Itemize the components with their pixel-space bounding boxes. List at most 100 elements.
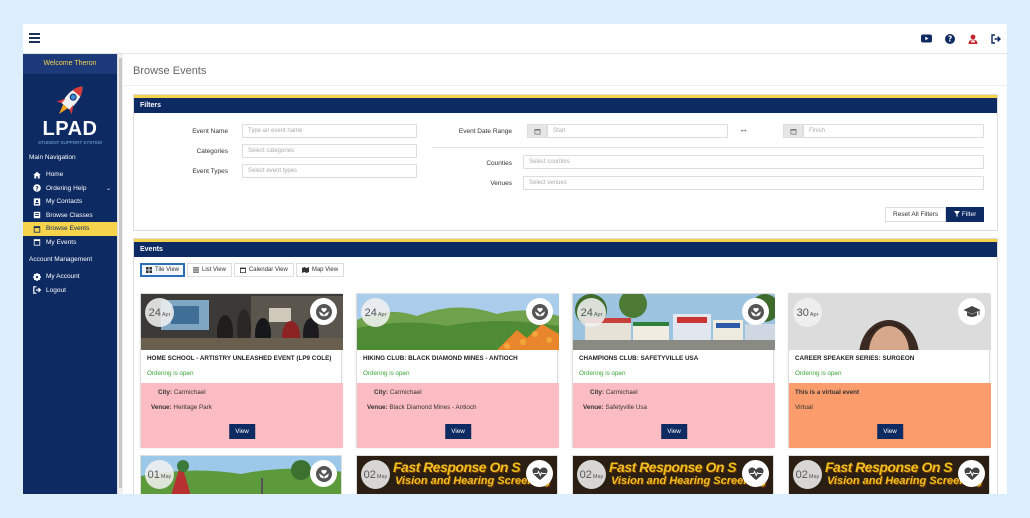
filter-button[interactable]: Filter (946, 207, 985, 222)
sidebar-item-label: My Contacts (46, 198, 83, 206)
date-badge: 24 Apr (361, 298, 390, 327)
sidebar-item-ordering-help[interactable]: ? Ordering Help ⌄ (23, 182, 117, 196)
event-card: 24 Apr CHAMPIONS CLUB: SAFETYVILLE USA Or… (572, 293, 775, 448)
date-badge: 02 May (793, 460, 822, 489)
date-badge: 24 Apr (577, 298, 606, 327)
sidebar-item-label: Browse Events (46, 225, 90, 233)
user-icon[interactable] (967, 33, 978, 44)
event-types-label: Event Types (192, 168, 228, 175)
event-title: HIKING CLUB: BLACK DIAMOND MINES - ANTIO… (363, 355, 518, 362)
svg-text:?: ? (947, 34, 951, 43)
question-icon: ? (33, 184, 41, 192)
event-details: City: Carmichael Venue: Black Diamond Mi… (357, 383, 559, 448)
venues-label: Venues (490, 180, 512, 187)
venues-select[interactable]: Select venues (523, 176, 984, 190)
page-title: Browse Events (133, 65, 207, 77)
event-title: CAREER SPEAKER SERIES: SURGEON (795, 355, 915, 362)
finish-calendar-button[interactable] (783, 124, 803, 138)
event-status: Ordering is open (795, 370, 842, 377)
event-name-label: Event Name (192, 128, 228, 135)
calendar-icon (239, 267, 246, 273)
tab-tile-view[interactable]: Tile View (140, 263, 186, 277)
event-status: Ordering is open (579, 370, 626, 377)
tab-calendar-view[interactable]: Calendar View (233, 263, 294, 277)
calendar-icon (534, 128, 540, 134)
reset-filters-button[interactable]: Reset All Filters (885, 207, 947, 222)
help-icon[interactable]: ? (944, 33, 955, 44)
event-title: HOME SCHOOL - ARTISTRY UNLEASHED EVENT (… (147, 355, 332, 362)
sidebar-item-browse-events[interactable]: Browse Events (23, 222, 117, 236)
event-status: Ordering is open (363, 370, 410, 377)
event-venue: Black Diamond Mines - Antioch (389, 404, 477, 411)
event-city: Carmichael (173, 389, 206, 396)
tab-list-view[interactable]: List View (187, 263, 232, 277)
view-button[interactable]: View (445, 424, 471, 439)
list-icon (193, 267, 200, 273)
sidebar-item-my-events[interactable]: My Events (23, 236, 117, 250)
counties-select[interactable]: Select counties (523, 155, 984, 169)
main-navigation-heading: Main Navigation (29, 154, 76, 161)
start-calendar-button[interactable] (527, 124, 547, 138)
sidebar-item-logout[interactable]: Logout (23, 284, 117, 298)
funnel-icon (954, 210, 960, 217)
events-panel: Events Tile View List View Calendar View… (133, 238, 998, 494)
date-badge: 30 Apr (793, 298, 822, 327)
menu-toggle-icon[interactable] (29, 33, 40, 43)
chevron-down-icon[interactable]: ⌄ (106, 185, 111, 192)
classes-icon (33, 211, 41, 219)
tab-map-view[interactable]: Map View (295, 263, 345, 277)
heart-pulse-icon (958, 460, 985, 487)
event-venue: Safetyville Usa (605, 404, 648, 411)
heart-pulse-icon (526, 460, 553, 487)
event-details: This is a virtual event Virtual View (789, 383, 991, 448)
event-card: Fast Response On S Vision and Hearing Sc… (788, 455, 990, 494)
sidebar-item-my-contacts[interactable]: My Contacts (23, 195, 117, 209)
event-card: Fast Response On S Vision and Hearing Sc… (356, 455, 558, 494)
hands-heart-icon (310, 298, 337, 325)
view-button[interactable]: View (661, 424, 687, 439)
sidebar-item-home[interactable]: Home (23, 168, 117, 182)
banner-title: Fast Response On S (393, 459, 521, 475)
event-venue: Heritage Park (173, 404, 212, 411)
finish-date-input[interactable]: Finish (803, 124, 984, 138)
virtual-event-title: This is a virtual event (795, 389, 860, 396)
date-badge: 01 May (145, 460, 174, 489)
event-card: 24 Apr HIKING CLUB: BLACK DIAMOND MINES -… (356, 293, 559, 448)
events-heading: Events (134, 239, 997, 257)
logout-icon (33, 286, 41, 295)
start-date-input[interactable]: Start (547, 124, 728, 138)
sidebar-item-browse-classes[interactable]: Browse Classes (23, 209, 117, 223)
date-range-label: Event Date Range (458, 128, 512, 135)
divider (432, 147, 984, 148)
event-types-select[interactable]: Select event types (242, 164, 417, 178)
hands-heart-icon (526, 298, 553, 325)
event-card: Fast Response On S Vision and Hearing Sc… (572, 455, 774, 494)
sidebar-item-label: Home (46, 171, 64, 179)
main-content: Browse Events Filters Event Name Type an… (123, 54, 1007, 494)
sidebar-item-label: My Account (46, 273, 80, 281)
date-badge: 02 May (577, 460, 606, 489)
welcome-text: Welcome Theron (23, 54, 117, 74)
sidebar: Welcome Theron LPAD STUDENT SUPPORT SYST… (23, 54, 117, 494)
youtube-icon[interactable] (921, 33, 932, 44)
tab-label: Map View (311, 267, 339, 273)
home-icon (33, 171, 41, 179)
sidebar-item-label: Logout (46, 286, 66, 294)
date-badge: 02 May (361, 460, 390, 489)
sidebar-item-label: Browse Classes (46, 211, 93, 219)
logo: LPAD STUDENT SUPPORT SYSTEM (23, 74, 117, 150)
graduation-cap-icon (958, 298, 985, 325)
calendar-icon (33, 225, 41, 233)
tab-label: Tile View (155, 267, 180, 273)
categories-select[interactable]: Select categories (242, 144, 417, 158)
logout-icon[interactable] (990, 33, 1001, 44)
event-name-input[interactable]: Type an event name (242, 124, 417, 138)
view-button[interactable]: View (229, 424, 255, 439)
app-window: ? Welcome Theron LPAD STUDENT SUPPORT SY… (23, 24, 1007, 494)
calendar-icon (33, 238, 41, 246)
rocket-icon (56, 86, 83, 115)
sidebar-item-my-account[interactable]: My Account (23, 270, 117, 284)
event-card: 30 Apr CAREER SPEAKER SERIES: SURGEON Ord… (788, 293, 991, 448)
view-button[interactable]: View (877, 424, 903, 439)
event-details: City: Carmichael Venue: Safetyville Usa … (573, 383, 775, 448)
